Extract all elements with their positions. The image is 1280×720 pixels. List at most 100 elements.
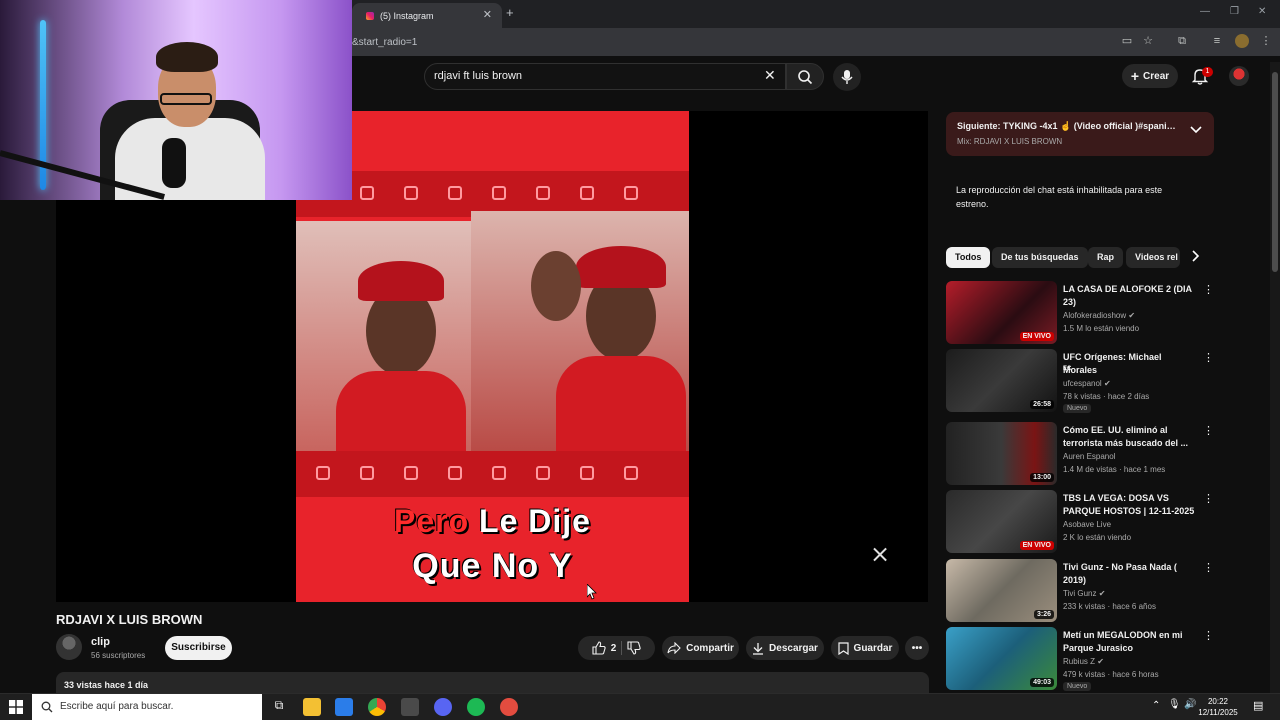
minimize-icon[interactable]: — <box>1200 6 1210 17</box>
channel-avatar[interactable] <box>56 634 82 660</box>
chip-todos[interactable]: Todos <box>946 247 991 268</box>
download-button[interactable]: Descargar <box>746 636 824 660</box>
recommendation-item[interactable]: EN VIVO LA CASA DE ALOFOKE 2 (DIA 23) Al… <box>946 281 1216 345</box>
recommendation-title[interactable]: UFC Orígenes: Michael Morales <box>1063 351 1198 377</box>
video-thumbnail[interactable]: EN VIVO <box>946 281 1057 344</box>
task-view-icon[interactable]: ⧉ <box>270 698 288 716</box>
voice-search-button[interactable] <box>833 63 861 91</box>
chevron-right-icon[interactable] <box>1192 250 1200 262</box>
notifications-tray-icon[interactable]: ▤ <box>1253 699 1263 712</box>
video-caption-line2: Que No Y <box>412 547 573 585</box>
recommendation-channel[interactable]: Tivi Gunz ✔ <box>1063 589 1105 598</box>
volume-icon[interactable]: 🔊 <box>1184 699 1196 710</box>
chip-rap[interactable]: Rap <box>1088 247 1124 268</box>
clear-search-icon[interactable]: ✕ <box>764 67 776 84</box>
taskbar-clock[interactable]: 20:22 12/11/2025 <box>1198 696 1238 718</box>
microphone-icon <box>841 70 853 84</box>
recommendation-channel[interactable]: Rubius Z ✔ <box>1063 657 1104 666</box>
bookmark-icon <box>837 641 849 655</box>
close-window-icon[interactable]: ✕ <box>1258 6 1266 17</box>
recommendation-title[interactable]: TBS LA VEGA: DOSA VS PARQUE HOSTOS | 12-… <box>1063 492 1198 518</box>
recommendation-item[interactable]: 26:58 UFC Orígenes: Michael Morales EC u… <box>946 349 1216 413</box>
video-thumbnail[interactable]: 49:03 <box>946 627 1057 690</box>
more-actions-button[interactable]: ••• <box>905 636 929 660</box>
browser-tab[interactable]: (5) Instagram ✕ <box>352 3 502 28</box>
recommendation-title[interactable]: Tivi Gunz - No Pasa Nada ( 2019) <box>1063 561 1198 587</box>
thumbs-down-icon[interactable] <box>627 641 641 655</box>
recommendation-title[interactable]: LA CASA DE ALOFOKE 2 (DIA 23) <box>1063 283 1198 309</box>
chevron-down-icon[interactable] <box>1190 126 1202 134</box>
recommendation-item[interactable]: 13:00 Cómo EE. UU. eliminó al terrorista… <box>946 422 1216 486</box>
subscribe-button[interactable]: Suscribirse <box>165 636 232 660</box>
search-button[interactable] <box>786 63 824 90</box>
search-input[interactable]: rdjavi ft luis brown <box>434 70 522 82</box>
recommendation-item[interactable]: 49:03 Metí un MEGALODON en mi Parque Jur… <box>946 627 1216 691</box>
video-caption-line1: Pero Le Dije <box>296 503 689 540</box>
video-thumbnail[interactable]: EN VIVO <box>946 490 1057 553</box>
more-options-icon[interactable]: ⋮ <box>1203 629 1214 642</box>
more-options-icon[interactable]: ⋮ <box>1203 492 1214 505</box>
more-options-icon[interactable]: ⋮ <box>1203 561 1214 574</box>
more-options-icon[interactable]: ⋮ <box>1203 424 1214 437</box>
account-avatar[interactable] <box>1229 66 1249 86</box>
duration-badge: 3:26 <box>1033 610 1054 619</box>
recommendation-item[interactable]: EN VIVO TBS LA VEGA: DOSA VS PARQUE HOST… <box>946 490 1216 554</box>
taskbar-search-input[interactable]: Escribe aquí para buscar. <box>32 694 262 720</box>
bookmark-star-icon[interactable]: ☆ <box>1141 34 1155 48</box>
scrollbar-thumb[interactable] <box>1272 72 1278 272</box>
chip-de-tus-busquedas[interactable]: De tus búsquedas <box>992 247 1088 268</box>
filmstrip-decoration <box>296 451 689 497</box>
url-text[interactable]: &start_radio=1 <box>352 37 417 48</box>
red-cap <box>358 261 444 301</box>
profile-icon[interactable] <box>1235 34 1249 48</box>
recommendation-channel[interactable]: Auren Espanol <box>1063 452 1115 461</box>
chrome-icon[interactable] <box>368 698 386 716</box>
red-shirt <box>556 356 686 451</box>
recommendation-channel[interactable]: Asobave Live <box>1063 520 1111 529</box>
video-thumbnail[interactable]: 13:00 <box>946 422 1057 485</box>
store-icon[interactable] <box>335 698 353 716</box>
windows-start-icon[interactable] <box>9 700 23 714</box>
recommendation-title[interactable]: Cómo EE. UU. eliminó al terrorista más b… <box>1063 424 1198 450</box>
red-shirt <box>336 371 466 451</box>
like-button[interactable]: 2 <box>592 641 616 655</box>
new-badge: Nuevo <box>1063 682 1092 691</box>
mix-name: Mix: RDJAVI X LUIS BROWN <box>957 137 1063 146</box>
mix-playlist-card[interactable] <box>946 112 1214 156</box>
more-options-icon[interactable]: ⋮ <box>1203 283 1214 296</box>
file-explorer-icon[interactable] <box>303 698 321 716</box>
video-thumbnail[interactable]: 3:26 <box>946 559 1057 622</box>
instagram-icon <box>366 11 374 20</box>
video-thumbnail[interactable]: 26:58 <box>946 349 1057 412</box>
cast-icon[interactable]: ▭ <box>1120 34 1134 48</box>
new-tab-icon[interactable]: + <box>506 5 514 20</box>
create-button[interactable]: + Crear <box>1122 64 1178 88</box>
obs-icon[interactable] <box>500 698 518 716</box>
plus-icon: + <box>1130 68 1140 84</box>
extensions-icon[interactable]: ⧉ <box>1175 34 1189 48</box>
mix-next-video[interactable]: Siguiente: TYKING -4x1 ☝️ (Video officia… <box>957 121 1177 132</box>
channel-name[interactable]: clip <box>91 636 110 648</box>
tray-chevron-up-icon[interactable]: ⌃ <box>1152 700 1160 711</box>
discord-icon[interactable] <box>434 698 452 716</box>
recommendation-channel[interactable]: Alofokeradioshow ✔ <box>1063 311 1135 320</box>
save-button[interactable]: Guardar <box>831 636 899 660</box>
browser-menu-icon[interactable]: ⋮ <box>1259 34 1273 48</box>
thumbs-up-icon <box>592 641 606 655</box>
spotify-icon[interactable] <box>467 698 485 716</box>
subscriber-count: 56 suscriptores <box>91 651 146 660</box>
recommendation-item[interactable]: 3:26 Tivi Gunz - No Pasa Nada ( 2019) Ti… <box>946 559 1216 623</box>
share-button[interactable]: Compartir <box>662 636 739 660</box>
close-tab-icon[interactable]: ✕ <box>483 8 492 21</box>
recommendation-title[interactable]: Metí un MEGALODON en mi Parque Jurasico <box>1063 629 1198 655</box>
media-control-icon[interactable]: ≡ <box>1210 34 1224 48</box>
restore-icon[interactable]: ❐ <box>1230 6 1239 17</box>
more-options-icon[interactable]: ⋮ <box>1203 351 1214 364</box>
recommendation-channel[interactable]: ufcespanol ✔ <box>1063 379 1111 388</box>
chip-videos-relacionados[interactable]: Videos rel <box>1126 247 1180 268</box>
video-frame[interactable]: Pero Le Dije Que No Y <box>296 111 689 602</box>
recommendation-meta: 479 k vistas · hace 6 horas <box>1063 670 1159 679</box>
app-icon[interactable] <box>401 698 419 716</box>
microphone-tray-icon[interactable]: 🎙 <box>1168 699 1181 710</box>
recommendation-subtitle: EC <box>1063 366 1072 372</box>
